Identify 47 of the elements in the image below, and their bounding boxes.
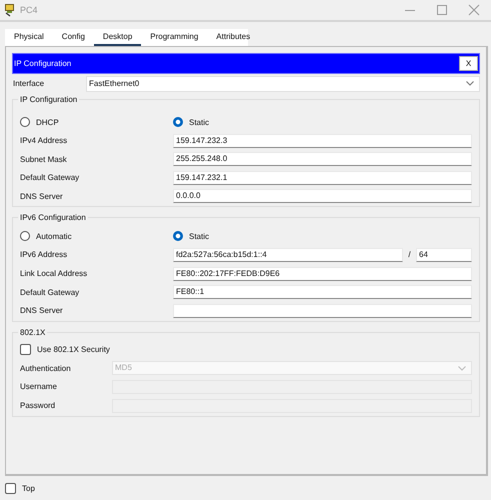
checkbox[interactable] bbox=[5, 482, 16, 494]
tab[interactable]: Config bbox=[52, 29, 94, 46]
field-label: Default Gateway bbox=[20, 173, 80, 182]
input-field[interactable]: fd2a:527a:56ca:b15d:1::4 bbox=[173, 248, 403, 262]
checkbox-label: Use 802.1X Security bbox=[37, 345, 110, 354]
field-label: DNS Server bbox=[20, 192, 64, 201]
prefix-separator: / bbox=[407, 250, 412, 260]
input-field[interactable]: 159.147.232.3 bbox=[173, 134, 472, 148]
checkbox-label: Top bbox=[22, 484, 35, 492]
field-label: IPv4 Address bbox=[20, 136, 68, 146]
field-label: Link Local Address bbox=[20, 269, 88, 278]
field-label: IPv6 Address bbox=[20, 250, 68, 260]
field-label: Authentication bbox=[20, 364, 72, 373]
input-field[interactable]: FE80::202:17FF:FEDB:D9E6 bbox=[173, 266, 472, 281]
window-title: PC4 bbox=[20, 5, 38, 15]
input-field[interactable]: 0.0.0.0 bbox=[173, 189, 472, 204]
close-button[interactable]: X bbox=[459, 56, 478, 71]
radio-label: Static bbox=[189, 232, 210, 241]
radio-label: Static bbox=[189, 118, 210, 126]
input-field[interactable]: FE80::1 bbox=[173, 285, 472, 300]
chevron-down-icon bbox=[458, 366, 466, 371]
radio-button[interactable] bbox=[173, 231, 183, 242]
radio-label: DHCP bbox=[36, 118, 59, 126]
input-field[interactable]: 159.147.232.1 bbox=[173, 170, 472, 185]
radio-button[interactable] bbox=[173, 117, 183, 127]
group-title: IPv6 Configuration bbox=[18, 212, 88, 224]
input-field[interactable]: 255.255.248.0 bbox=[173, 152, 472, 166]
radio-button[interactable] bbox=[20, 231, 30, 242]
group-title: 802.1X bbox=[18, 326, 48, 338]
chevron-down-icon bbox=[466, 81, 474, 86]
field-label: DNS Server bbox=[20, 306, 64, 316]
interface-dropdown[interactable]: FastEthernet0 bbox=[86, 76, 480, 92]
field-label: Subnet Mask bbox=[20, 154, 68, 164]
input-field[interactable] bbox=[173, 304, 472, 318]
tab[interactable]: Programming bbox=[141, 29, 208, 46]
group-title: IP Configuration bbox=[18, 94, 80, 105]
radio-label: Automatic bbox=[36, 232, 72, 241]
radio-button[interactable] bbox=[20, 117, 30, 127]
prefix-field[interactable]: 64 bbox=[416, 248, 472, 262]
tab[interactable]: Physical bbox=[5, 29, 53, 46]
field-label: Username bbox=[20, 382, 58, 392]
field-label: Interface bbox=[12, 79, 46, 88]
field-label: Password bbox=[20, 401, 56, 410]
checkbox[interactable] bbox=[20, 344, 31, 356]
tab[interactable]: Attributes bbox=[207, 29, 260, 46]
field-label: Default Gateway bbox=[20, 288, 80, 297]
panel-title: IP Configuration bbox=[13, 59, 72, 68]
